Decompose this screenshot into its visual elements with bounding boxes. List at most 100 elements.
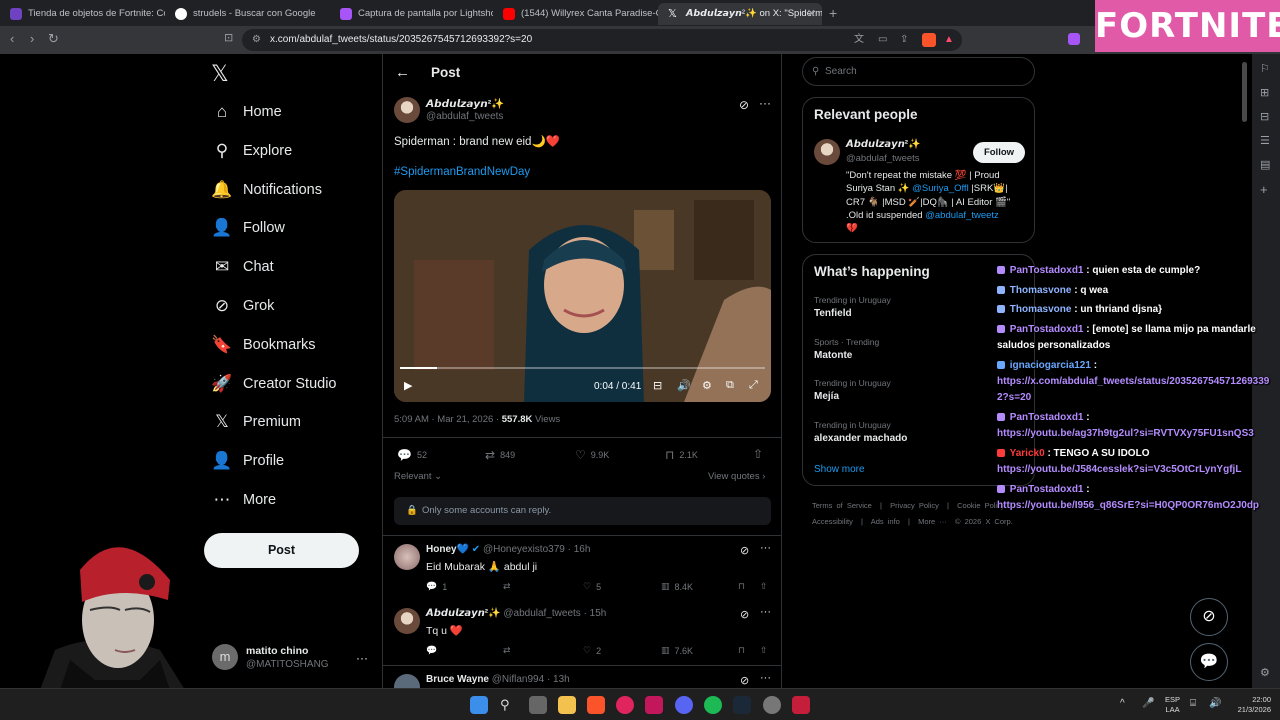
grok-analyze-icon[interactable]: ⊘: [740, 608, 749, 621]
follow-button[interactable]: Follow: [973, 142, 1025, 163]
like-button[interactable]: ♡ 9.9K: [575, 448, 609, 462]
share-button[interactable]: ⇧: [753, 447, 763, 461]
chat-fab-icon[interactable]: 💬: [1190, 643, 1228, 681]
bookmark-button[interactable]: ⊓: [738, 581, 745, 592]
x-logo-icon[interactable]: 𝕏: [211, 62, 229, 87]
search-icon[interactable]: ⚲: [500, 696, 518, 714]
share-icon[interactable]: ⇪: [900, 29, 908, 51]
bookmark-button[interactable]: ⊓ 2.1K: [665, 448, 698, 462]
reply-author-handle[interactable]: @Honeyexisto379: [483, 544, 565, 555]
clock[interactable]: 22:00 21/3/2026: [1229, 695, 1271, 715]
sidebar-item-profile[interactable]: 👤 Profile: [211, 446, 284, 476]
author-handle[interactable]: @abdulaf_tweets: [426, 111, 503, 122]
fullscreen-icon[interactable]: ⤢: [749, 379, 758, 392]
sidebar-item-premium[interactable]: 𝕏 Premium: [212, 407, 301, 437]
author-avatar[interactable]: [394, 97, 420, 123]
grok-analyze-icon[interactable]: ⊘: [740, 674, 749, 687]
sidebar-item-explore[interactable]: ⚲ Explore: [212, 136, 292, 166]
task-view-icon[interactable]: [529, 696, 547, 714]
post-timestamp[interactable]: 5:09 AM · Mar 21, 2026 ·: [394, 414, 502, 425]
app-icon[interactable]: [645, 696, 663, 714]
bookmark-page-icon[interactable]: ⊡: [224, 31, 233, 44]
views-button[interactable]: ▥ 8.4K: [661, 581, 693, 592]
extension-icon[interactable]: [1068, 33, 1080, 45]
browser-tab[interactable]: Tienda de objetos de Fortnite: Conte: [0, 3, 165, 25]
forward-icon[interactable]: ›: [30, 31, 34, 46]
cast-icon[interactable]: ▭: [878, 29, 887, 51]
share-button[interactable]: ⇧: [760, 581, 768, 592]
reply-button[interactable]: 💬 52: [397, 448, 427, 462]
pip-icon[interactable]: ⧉: [726, 379, 734, 392]
view-quotes-link[interactable]: View quotes ›: [708, 471, 765, 482]
avatar[interactable]: m: [212, 644, 238, 670]
account-menu-icon[interactable]: ···: [356, 651, 368, 665]
sidebar-item-notifications[interactable]: 🔔 Notifications: [211, 175, 322, 205]
volume-icon[interactable]: 🔊: [1209, 698, 1221, 709]
steam-icon[interactable]: [733, 696, 751, 714]
sidebar-item-more[interactable]: ⋯ More: [212, 485, 277, 515]
sidebar-icon[interactable]: ⊞: [1260, 86, 1269, 99]
back-arrow-icon[interactable]: ←: [395, 64, 410, 81]
settings-icon[interactable]: ⚙: [1260, 666, 1270, 679]
sidebar-item-home[interactable]: ⌂ Home: [212, 97, 282, 127]
language-indicator[interactable]: ESP LAA: [1165, 695, 1180, 715]
reply-menu-icon[interactable]: ···: [760, 542, 771, 554]
browser-tab[interactable]: Captura de pantalla por Lightshot: [330, 3, 493, 25]
sidebar-icon[interactable]: ⚐: [1260, 62, 1270, 75]
network-icon[interactable]: ⌸: [1190, 698, 1196, 709]
bio-mention-link[interactable]: @Suriya_Offl: [912, 183, 968, 194]
avatar[interactable]: [814, 139, 840, 165]
trend-item[interactable]: Trending in Uruguay alexander machado: [814, 420, 907, 444]
reply-menu-icon[interactable]: ···: [760, 672, 771, 684]
reply-author-name[interactable]: Honey💙: [426, 544, 469, 555]
post-button[interactable]: Post: [204, 533, 359, 568]
address-bar[interactable]: ⚙ x.com/abdulaf_tweets/status/20352675457…: [242, 29, 962, 51]
video-player[interactable]: ▶ 0:04 / 0:41 ⊟ 🔊 ⚙ ⧉ ⤢: [394, 190, 771, 402]
page-scrollbar[interactable]: [1242, 62, 1247, 122]
valorant-icon[interactable]: [792, 696, 810, 714]
reply-author-name[interactable]: 𝘼𝙗𝙙𝙪𝙡𝙯𝙖𝙮𝙣²✨: [426, 608, 501, 619]
grok-analyze-icon[interactable]: ⊘: [739, 98, 749, 112]
reply-author-handle[interactable]: @Niflan994: [492, 674, 544, 685]
brave-shield-icon[interactable]: [922, 33, 936, 47]
person-handle[interactable]: @abdulaf_tweets: [846, 153, 920, 164]
reply-menu-icon[interactable]: ···: [760, 606, 771, 618]
search-input[interactable]: ⚲ Search: [802, 57, 1035, 86]
translate-icon[interactable]: 文: [854, 29, 864, 51]
browser-tab[interactable]: strudels - Buscar con Google: [165, 3, 330, 25]
sidebar-item-bookmarks[interactable]: 🔖 Bookmarks: [211, 330, 315, 360]
brave-rewards-icon[interactable]: ▲: [944, 29, 954, 51]
reload-icon[interactable]: ↻: [48, 31, 59, 47]
media-player-icon[interactable]: [616, 696, 634, 714]
avatar[interactable]: [394, 608, 420, 634]
add-panel-icon[interactable]: +: [1260, 182, 1268, 197]
trend-item[interactable]: Trending in Uruguay Mejía: [814, 378, 891, 402]
back-icon[interactable]: ‹: [10, 31, 14, 46]
repost-button[interactable]: ⇄ 849: [485, 448, 515, 462]
browser-tab[interactable]: (1544) Willyrex Canta Paradise-Coldp: [493, 3, 658, 25]
sort-dropdown[interactable]: Relevant ⌄: [394, 471, 442, 482]
captions-icon[interactable]: ⊟: [653, 379, 662, 392]
sidebar-item-chat[interactable]: ✉ Chat: [212, 252, 274, 282]
reply-item[interactable]: Honey💙 ✔ @Honeyexisto379 · 16h Eid Mubar…: [383, 536, 781, 602]
repost-button[interactable]: ⇄: [503, 645, 516, 656]
sidebar-icon[interactable]: ☰: [1260, 134, 1270, 147]
reply-button[interactable]: 💬: [426, 645, 442, 656]
reply-author-name[interactable]: Bruce Wayne: [426, 674, 489, 685]
browser-tab-active[interactable]: 𝕏 𝘼𝙗𝙙𝙪𝙡𝙯𝙖𝙮𝙣²✨ on X: "Spiderma ✕: [658, 3, 822, 25]
brave-icon[interactable]: [587, 696, 605, 714]
sidebar-icon[interactable]: ▤: [1260, 158, 1270, 171]
like-button[interactable]: ♡ 2: [583, 645, 601, 656]
post-menu-icon[interactable]: ···: [759, 96, 771, 110]
trend-item[interactable]: Trending in Uruguay Tenfield: [814, 295, 891, 319]
spotify-icon[interactable]: [704, 696, 722, 714]
footer-link[interactable]: Accessibility: [812, 517, 853, 526]
microphone-icon[interactable]: 🎤: [1142, 698, 1154, 709]
repost-button[interactable]: ⇄: [503, 581, 516, 592]
reply-item[interactable]: 𝘼𝙗𝙙𝙪𝙡𝙯𝙖𝙮𝙣²✨ @abdulaf_tweets · 15h Tq u ❤…: [383, 600, 781, 666]
reply-author-handle[interactable]: @abdulaf_tweets: [503, 608, 580, 619]
grok-analyze-icon[interactable]: ⊘: [740, 544, 749, 557]
new-tab-button[interactable]: +: [829, 5, 837, 21]
grok-fab-icon[interactable]: ⊘: [1190, 598, 1228, 636]
close-tab-icon[interactable]: ✕: [807, 3, 816, 25]
